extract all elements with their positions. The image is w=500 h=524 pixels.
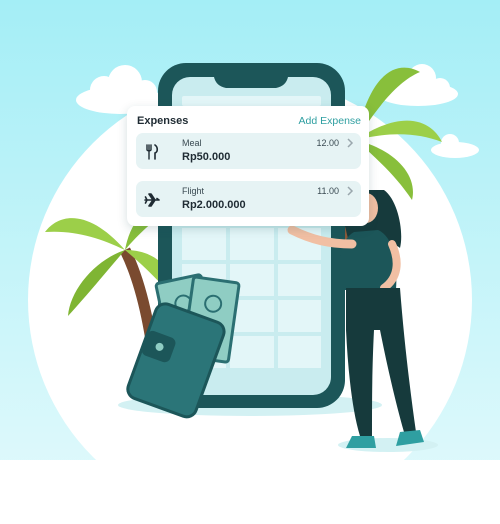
- expense-name: Flight: [182, 186, 205, 196]
- chevron-right-icon: [347, 186, 354, 196]
- chevron-right-icon: [347, 138, 354, 148]
- expense-item-flight[interactable]: Flight Rp2.000.000 11.00: [136, 181, 361, 217]
- expenses-card-header: Expenses Add Expense: [137, 113, 361, 129]
- fork-knife-icon: [146, 144, 159, 160]
- expenses-card: Expenses Add Expense Meal Rp50.000 12.00…: [127, 106, 369, 226]
- airplane-icon: [144, 193, 160, 207]
- illustration-scene: Expenses Add Expense Meal Rp50.000 12.00…: [0, 0, 500, 522]
- expense-name: Meal: [182, 138, 202, 148]
- expense-time: 12.00: [316, 138, 339, 148]
- expense-amount: Rp2.000.000: [182, 199, 246, 211]
- background-illustration: [0, 0, 500, 522]
- expense-item-meal[interactable]: Meal Rp50.000 12.00: [136, 133, 361, 169]
- expense-time: 11.00: [317, 186, 339, 196]
- add-expense-link[interactable]: Add Expense: [299, 115, 361, 127]
- expenses-title: Expenses: [137, 115, 189, 127]
- expense-amount: Rp50.000: [182, 151, 231, 163]
